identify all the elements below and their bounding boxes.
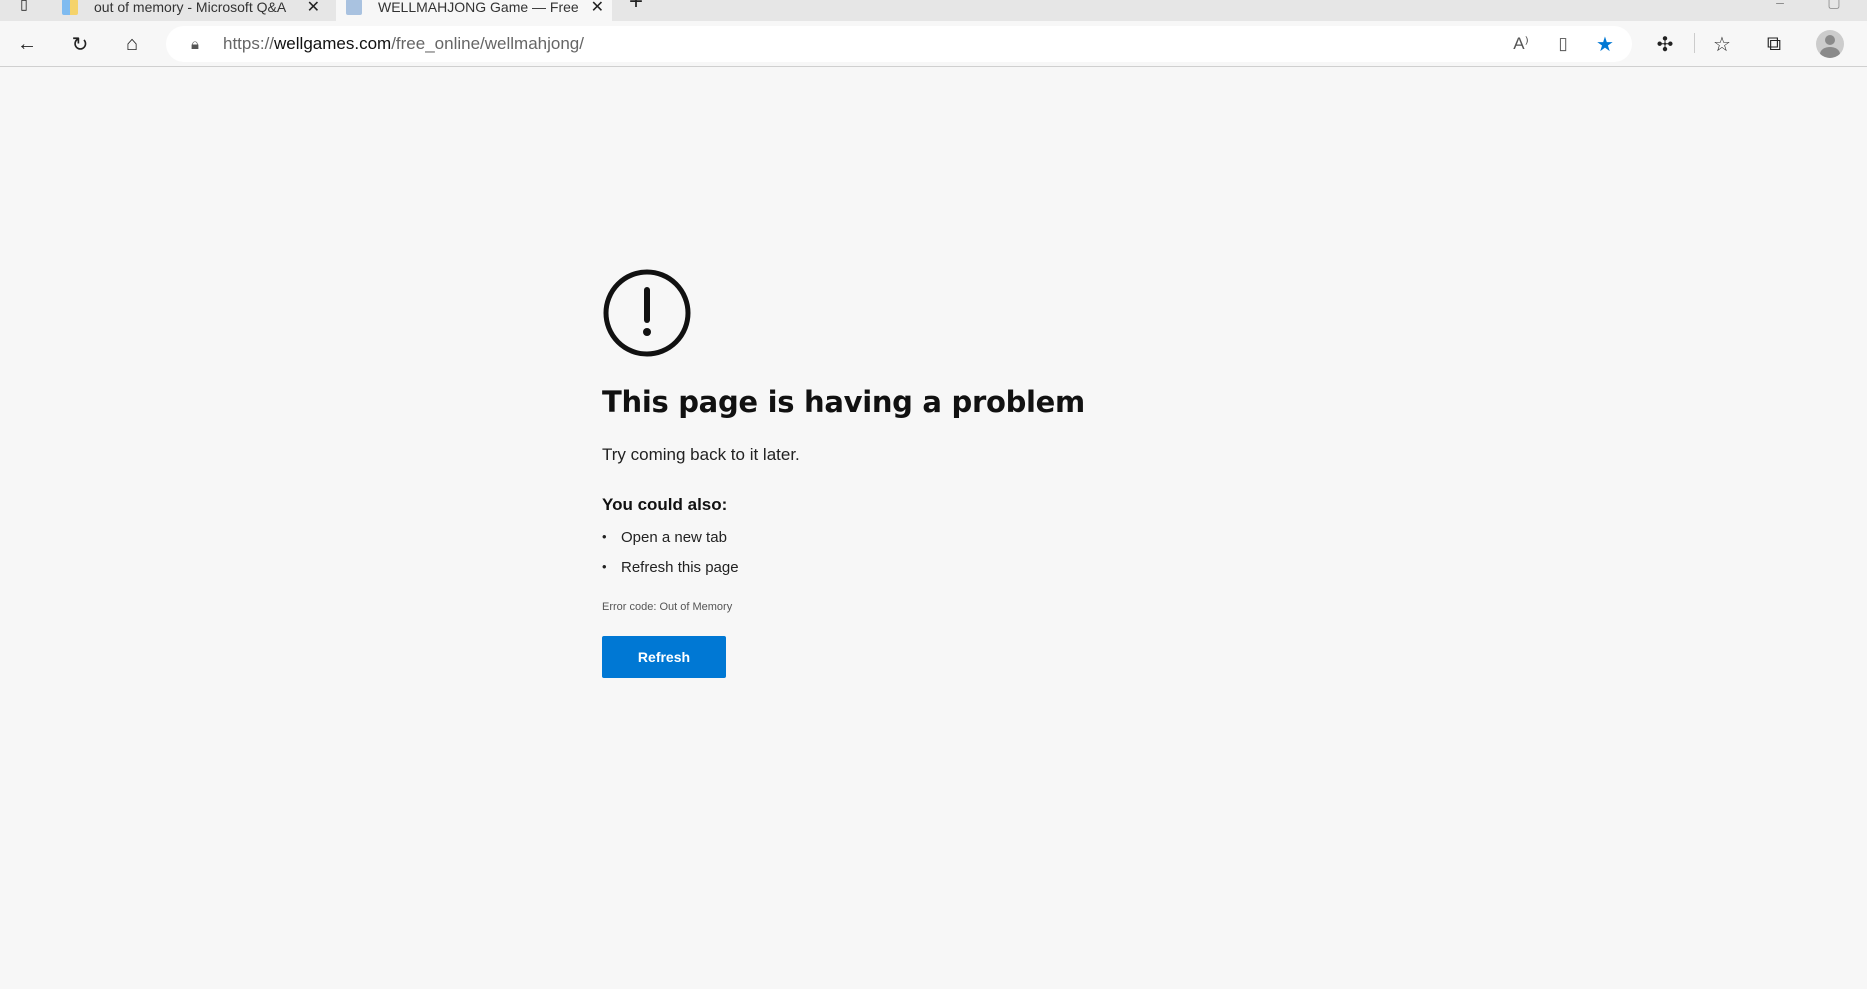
toolbar: ← ↻ ⌂ 🔒︎ https://wellgames.com/free_onli… — [0, 21, 1867, 67]
profile-avatar[interactable] — [1816, 30, 1844, 58]
home-icon[interactable]: ⌂ — [117, 31, 147, 57]
tab-strip: ▯ out of memory - Microsoft Q&A ✕ WELLMA… — [0, 0, 1867, 21]
new-tab-icon[interactable]: + — [626, 0, 646, 15]
minimize-icon[interactable]: – — [1770, 0, 1790, 10]
read-aloud-icon[interactable]: A⁾ — [1508, 32, 1534, 56]
suggestion-new-tab: Open a new tab — [602, 529, 1085, 559]
refresh-button[interactable]: Refresh — [602, 636, 726, 678]
error-page: This page is having a problem Try coming… — [602, 268, 1085, 678]
url-text[interactable]: https://wellgames.com/free_online/wellma… — [223, 34, 584, 54]
error-code: Error code: Out of Memory — [602, 601, 733, 613]
refresh-icon[interactable]: ↻ — [65, 31, 95, 57]
tab-wellmahjong[interactable]: WELLMAHJONG Game — Free O ✕ — [336, 0, 612, 21]
favorites-icon[interactable]: ☆ — [1707, 31, 1737, 57]
address-bar[interactable]: 🔒︎ https://wellgames.com/free_online/wel… — [166, 26, 1632, 62]
avatar-head — [1825, 35, 1835, 45]
url-domain: wellgames.com — [274, 34, 392, 53]
restore-icon[interactable]: ▢ — [1824, 0, 1844, 10]
immersive-reader-icon[interactable]: ▯ — [1550, 32, 1576, 56]
wellgames-favicon — [346, 0, 362, 15]
url-scheme: https:// — [223, 34, 275, 53]
suggestions-list: Open a new tab Refresh this page — [602, 529, 1085, 589]
suggestion-refresh: Refresh this page — [602, 559, 1085, 589]
toolbar-divider — [1694, 33, 1695, 53]
page-title: This page is having a problem — [602, 385, 1085, 419]
lock-icon[interactable]: 🔒︎ — [186, 34, 204, 54]
suggestions-heading: You could also: — [602, 495, 728, 514]
tab-title: out of memory - Microsoft Q&A — [94, 0, 287, 15]
error-message: Try coming back to it later. — [602, 445, 800, 464]
close-tab-icon[interactable]: ✕ — [307, 0, 320, 17]
back-icon[interactable]: ← — [12, 31, 42, 57]
warning-circle-icon — [603, 269, 691, 357]
favorite-star-icon[interactable]: ★ — [1592, 32, 1618, 56]
extensions-icon[interactable]: ✣ — [1650, 31, 1680, 57]
microsoft-favicon — [62, 0, 78, 15]
collections-icon[interactable]: ⧉ — [1759, 31, 1789, 57]
url-path: /free_online/wellmahjong/ — [391, 34, 584, 53]
tab-microsoft-qa[interactable]: out of memory - Microsoft Q&A ✕ — [52, 0, 328, 21]
close-tab-icon[interactable]: ✕ — [591, 0, 604, 17]
tab-title: WELLMAHJONG Game — Free O — [378, 0, 578, 15]
avatar-body — [1820, 47, 1840, 58]
tab-actions-icon[interactable]: ▯ — [14, 0, 34, 12]
